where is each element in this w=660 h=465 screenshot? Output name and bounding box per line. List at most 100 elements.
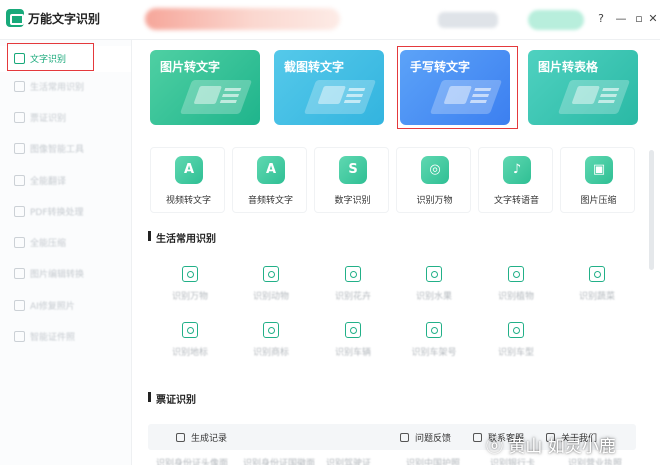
life-item-label: 识别地标 (171, 348, 208, 358)
sidebar: 文字识别 生活常用识别 票证识别 图像智能工具 全能翻译 PDF转换处理 全能压… (0, 40, 132, 465)
scan-icon (508, 266, 524, 282)
selection-highlight (397, 46, 518, 129)
leaf-icon (14, 81, 25, 92)
scan-icon (589, 266, 605, 282)
tool-label: 识别万物 (416, 196, 453, 206)
vip-button[interactable] (528, 10, 584, 30)
maximize-icon[interactable]: ▫ (632, 12, 646, 26)
life-item-vehicle[interactable]: 识别车辆 (323, 318, 383, 366)
ticket-item-label[interactable]: 识别银行卡 (490, 456, 535, 465)
image-illustration-icon (179, 80, 253, 114)
sidebar-item-tickets[interactable]: 票证识别 (0, 105, 131, 131)
sidebar-item-life[interactable]: 生活常用识别 (0, 74, 131, 100)
repair-icon (14, 300, 25, 311)
life-item-label: 识别车架号 (411, 348, 457, 358)
hero-card-image-to-table[interactable]: 图片转表格 (528, 50, 638, 125)
user-account[interactable] (438, 12, 498, 28)
scan-icon (426, 266, 442, 282)
pdf-icon (14, 206, 25, 217)
help-icon[interactable]: ? (594, 12, 608, 26)
sidebar-item-pdf[interactable]: PDF转换处理 (0, 199, 131, 225)
scan-icon (263, 322, 279, 338)
life-item-landmark[interactable]: 识别地标 (160, 318, 220, 366)
sidebar-item-photo-repair[interactable]: AI修复照片 (0, 293, 131, 319)
ticket-item-label[interactable]: 识别身份证国徽面 (243, 456, 315, 465)
hero-card-title: 截图转文字 (284, 60, 345, 74)
minimize-icon[interactable]: — (614, 12, 628, 26)
hero-card-title: 图片转表格 (538, 60, 599, 74)
life-item-label: 识别花卉 (334, 292, 371, 302)
feedback-label: 问题反馈 (415, 434, 452, 444)
scrollbar[interactable] (649, 150, 654, 270)
tool-audio-to-text[interactable]: A 音频转文字 (232, 147, 307, 213)
tool-recognize-anything[interactable]: ◎ 识别万物 (396, 147, 471, 213)
hero-card-image-to-text[interactable]: 图片转文字 (150, 50, 260, 125)
sidebar-item-label: AI修复照片 (30, 302, 75, 312)
life-item-plant[interactable]: 识别植物 (486, 262, 546, 310)
sidebar-item-label: PDF转换处理 (30, 208, 84, 218)
compress-icon (14, 237, 25, 248)
hero-card-screenshot-to-text[interactable]: 截图转文字 (274, 50, 384, 125)
id-photo-icon (14, 331, 25, 342)
sidebar-item-image-tools[interactable]: 图像智能工具 (0, 136, 131, 162)
support-icon (473, 433, 482, 442)
watermark: ⓞ 黄山 如灵小鹿 (486, 437, 616, 457)
promo-banner[interactable] (145, 8, 340, 30)
life-recognition-panel: 识别万物 识别动物 识别花卉 识别水果 识别植物 识别蔬菜 识别地标 识别商标 … (148, 256, 636, 370)
life-item-label: 识别蔬菜 (578, 292, 615, 302)
scan-icon (345, 322, 361, 338)
image-icon (14, 143, 25, 154)
scan-icon (182, 266, 198, 282)
ticket-item-label[interactable]: 识别身份证头像面 (156, 456, 228, 465)
life-item-animal[interactable]: 识别动物 (241, 262, 301, 310)
life-item-anything[interactable]: 识别万物 (160, 262, 220, 310)
life-item-label: 识别车型 (497, 348, 534, 358)
sidebar-item-label: 票证识别 (30, 114, 67, 124)
app-title: 万能文字识别 (28, 12, 101, 26)
sidebar-item-translate[interactable]: 全能翻译 (0, 168, 131, 194)
life-item-vegetable[interactable]: 识别蔬菜 (567, 262, 627, 310)
sidebar-item-id-photo[interactable]: 智能证件照 (0, 324, 131, 350)
section-marker (148, 392, 151, 402)
tool-video-to-text[interactable]: A 视频转文字 (150, 147, 225, 213)
life-item-flower[interactable]: 识别花卉 (323, 262, 383, 310)
sidebar-item-image-edit[interactable]: 图片编辑转换 (0, 261, 131, 287)
sidebar-item-label: 图像智能工具 (30, 145, 85, 155)
life-item-label: 识别动物 (252, 292, 289, 302)
life-item-vin[interactable]: 识别车架号 (404, 318, 464, 366)
feedback-button[interactable]: 问题反馈 (400, 431, 451, 444)
eye-icon: ◎ (421, 156, 449, 184)
tool-text-to-speech[interactable]: ♪ 文字转语音 (478, 147, 553, 213)
translate-icon (14, 175, 25, 186)
tool-number-recognition[interactable]: S 数字识别 (314, 147, 389, 213)
tool-image-compress[interactable]: ▣ 图片压缩 (560, 147, 635, 213)
sidebar-item-label: 全能翻译 (30, 177, 67, 187)
speech-icon: ♪ (503, 156, 531, 184)
tool-label: 音频转文字 (247, 196, 293, 206)
scan-icon (426, 322, 442, 338)
sidebar-item-compress[interactable]: 全能压缩 (0, 230, 131, 256)
edit-image-icon (14, 268, 25, 279)
generate-records-button[interactable]: 生成记录 (176, 431, 227, 444)
records-icon (176, 433, 185, 442)
section-title-tickets: 票证识别 (156, 395, 196, 406)
feedback-icon (400, 433, 409, 442)
compress-icon: ▣ (585, 156, 613, 184)
life-item-car-model[interactable]: 识别车型 (486, 318, 546, 366)
close-icon[interactable]: ✕ (646, 12, 660, 26)
sidebar-item-label: 生活常用识别 (30, 83, 85, 93)
ticket-item-label[interactable]: 识别中国护照 (406, 456, 460, 465)
section-title-life: 生活常用识别 (156, 234, 216, 245)
life-item-label: 识别商标 (252, 348, 289, 358)
life-item-logo[interactable]: 识别商标 (241, 318, 301, 366)
life-item-label: 识别水果 (415, 292, 452, 302)
ticket-item-label[interactable]: 识别营业执照 (568, 456, 622, 465)
tool-label: 文字转语音 (493, 196, 539, 206)
life-item-fruit[interactable]: 识别水果 (404, 262, 464, 310)
life-item-label: 识别万物 (171, 292, 208, 302)
ticket-item-label[interactable]: 识别驾驶证 (326, 456, 371, 465)
scan-icon (345, 266, 361, 282)
generate-records-label: 生成记录 (191, 434, 228, 444)
title-bar: 万能文字识别 ? — ▫ ✕ (0, 0, 660, 40)
screenshot-illustration-icon (303, 80, 377, 114)
